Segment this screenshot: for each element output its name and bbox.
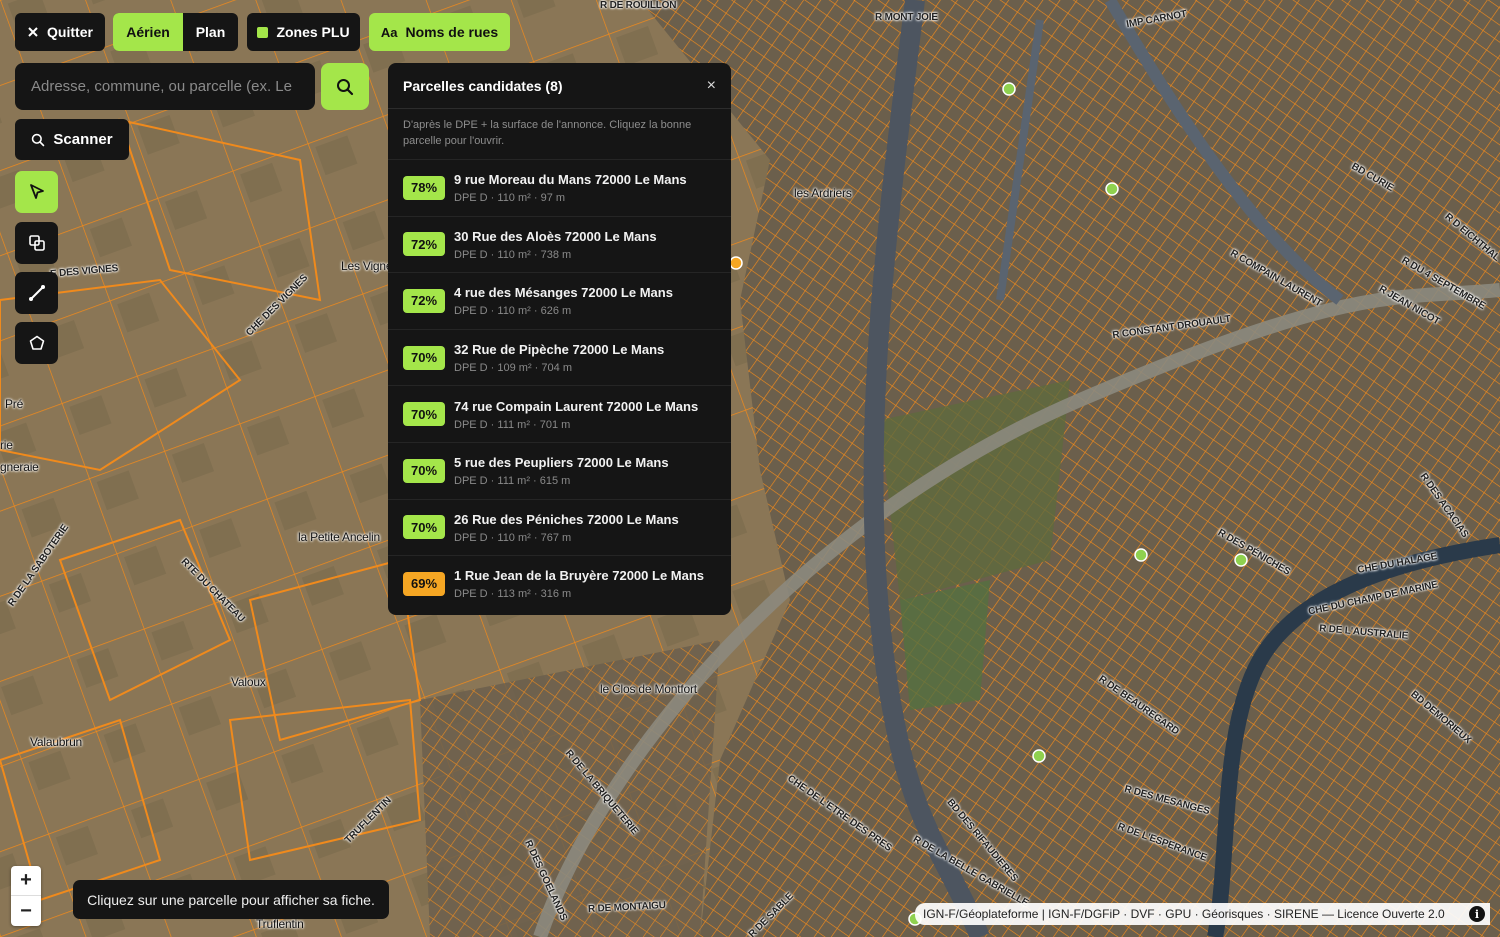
candidate-address: 1 Rue Jean de la Bruyère 72000 Le Mans <box>454 568 705 584</box>
scan-button[interactable]: Scanner <box>15 119 129 160</box>
candidate-meta: DPE D · 111 m² · 615 m <box>454 475 571 488</box>
panel-title: Parcelles candidates (8) <box>403 77 563 94</box>
candidate-row[interactable]: 72% 4 rue des Mésanges 72000 Le Mans DPE D… <box>388 272 731 329</box>
panel-header: Parcelles candidates (8) × <box>388 63 731 109</box>
score-badge: 69% <box>403 571 445 596</box>
map-label: R MONT JOIE <box>875 12 938 23</box>
street-names-toggle[interactable]: Aa Noms de rues <box>369 13 510 51</box>
candidate-meta: DPE D · 111 m² · 701 m <box>454 418 571 431</box>
zoom-control: + − <box>11 866 41 926</box>
map-label: le Clos de Montfort <box>600 682 697 696</box>
layers-tool[interactable] <box>15 222 58 264</box>
candidate-meta: DPE D · 110 m² · 767 m <box>454 531 572 544</box>
candidate-text: 1 Rue Jean de la Bruyère 72000 Le Mans DP… <box>454 567 704 600</box>
candidate-meta: DPE D · 110 m² · 738 m <box>454 248 572 261</box>
candidates-panel: Parcelles candidates (8) × D'après le DP… <box>388 63 731 615</box>
map-label: gneraie <box>0 460 39 474</box>
candidate-text: 32 Rue de Pipèche 72000 Le Mans DPE D · 1… <box>454 341 664 374</box>
score-badge: 70% <box>403 345 445 370</box>
candidate-row[interactable]: 70% 26 Rue des Péniches 72000 Le Mans DPE … <box>388 498 731 556</box>
candidate-address: 26 Rue des Péniches 72000 Le Mans <box>454 511 679 527</box>
candidate-meta: DPE D · 109 m² · 704 m <box>454 362 572 375</box>
candidate-meta: DPE D · 110 m² · 626 m <box>454 305 572 318</box>
search-icon <box>337 78 354 95</box>
copy-icon <box>28 235 45 251</box>
score-badge: 72% <box>403 232 445 257</box>
tab-plan[interactable]: Plan <box>183 13 238 51</box>
measure-line-tool[interactable] <box>15 272 58 314</box>
candidate-list: 78% 9 rue Moreau du Mans 72000 Le Mans DPE… <box>388 159 731 612</box>
hint-toast: Cliquez sur une parcelle pour afficher s… <box>73 880 389 919</box>
candidate-row[interactable]: 72% 30 Rue des Aloès 72000 Le Mans DPE D ·… <box>388 215 731 273</box>
search-icon <box>32 133 45 146</box>
street-names-label: Noms de rues <box>405 24 499 40</box>
zoom-out-button[interactable]: − <box>11 896 41 926</box>
score-badge: 70% <box>403 458 445 483</box>
map-label: les Ardriers <box>794 186 852 200</box>
candidate-row[interactable]: 70% 32 Rue de Pipèche 72000 Le Mans DPE D … <box>388 328 731 386</box>
candidate-text: 30 Rue des Aloès 72000 Le Mans DPE D · 11… <box>454 228 657 261</box>
aerial-map[interactable]: les Ardriers Les Vigne Pré rie gneraie l… <box>0 0 1500 937</box>
text-size-icon: Aa <box>380 24 398 40</box>
close-icon[interactable]: × <box>707 77 716 95</box>
candidate-text: 9 rue Moreau du Mans 72000 Le Mans DPE D … <box>454 171 687 204</box>
map-label: Valaubrun <box>30 735 83 749</box>
candidate-text: 26 Rue des Péniches 72000 Le Mans DPE D ·… <box>454 511 679 544</box>
map-attribution: IGN-F/Géoplateforme | IGN-F/DGFiP · DVF … <box>915 903 1490 925</box>
candidate-text: 5 rue des Peupliers 72000 Le Mans DPE D ·… <box>454 454 669 487</box>
quit-button[interactable]: Quitter <box>15 13 105 51</box>
view-toggle: Aérien Plan <box>113 13 238 51</box>
scan-label: Scanner <box>53 131 113 148</box>
zones-plu-toggle[interactable]: Zones PLU <box>247 13 360 51</box>
candidate-address: 5 rue des Peupliers 72000 Le Mans <box>454 455 669 471</box>
tab-aerial[interactable]: Aérien <box>113 13 183 51</box>
candidate-row[interactable]: 69% 1 Rue Jean de la Bruyère 72000 Le Man… <box>388 555 731 612</box>
candidate-address: 32 Rue de Pipèche 72000 Le Mans <box>454 342 665 358</box>
map-label: Pré <box>5 397 24 411</box>
candidate-row[interactable]: 70% 74 rue Compain Laurent 72000 Le Mans D… <box>388 385 731 442</box>
map-label: Truflentin <box>256 917 304 931</box>
candidate-text: 4 rue des Mésanges 72000 Le Mans DPE D · … <box>454 284 673 317</box>
close-icon <box>28 27 38 37</box>
score-badge: 72% <box>403 288 445 313</box>
polygon-tool[interactable] <box>15 322 58 364</box>
zoom-in-button[interactable]: + <box>11 866 41 896</box>
candidate-address: 9 rue Moreau du Mans 72000 Le Mans <box>454 172 687 188</box>
quit-label: Quitter <box>47 24 93 40</box>
candidate-text: 74 rue Compain Laurent 72000 Le Mans DPE … <box>454 398 698 431</box>
candidate-meta: DPE D · 113 m² · 316 m <box>454 588 572 601</box>
map-label: rie <box>0 438 13 452</box>
square-icon <box>257 26 269 38</box>
score-badge: 78% <box>403 175 445 200</box>
map-label: la Petite Ancelin <box>298 530 380 544</box>
map-canvas[interactable] <box>0 0 1500 937</box>
candidate-row[interactable]: 78% 9 rue Moreau du Mans 72000 Le Mans DPE… <box>388 159 731 216</box>
candidate-address: 74 rue Compain Laurent 72000 Le Mans <box>454 398 699 414</box>
zones-plu-label: Zones PLU <box>276 24 350 40</box>
map-label: Les Vigne <box>341 259 393 273</box>
candidate-address: 30 Rue des Aloès 72000 Le Mans <box>454 228 657 244</box>
panel-description: D'après le DPE + la surface de l'annonce… <box>403 119 692 147</box>
candidate-meta: DPE D · 110 m² · 97 m <box>454 192 566 205</box>
pentagon-icon <box>29 335 44 350</box>
cursor-icon <box>29 184 44 199</box>
line-icon <box>28 285 45 301</box>
select-tool[interactable] <box>15 171 58 213</box>
map-label: Valoux <box>231 675 266 689</box>
map-label: R DE ROUILLON <box>600 0 677 11</box>
search-input[interactable] <box>15 63 315 110</box>
candidate-address: 4 rue des Mésanges 72000 Le Mans <box>454 285 673 301</box>
search-button[interactable] <box>321 63 369 110</box>
info-icon[interactable]: i <box>1469 906 1485 922</box>
candidate-row[interactable]: 70% 5 rue des Peupliers 72000 Le Mans DPE … <box>388 441 731 499</box>
score-badge: 70% <box>403 515 445 540</box>
score-badge: 70% <box>403 402 445 427</box>
